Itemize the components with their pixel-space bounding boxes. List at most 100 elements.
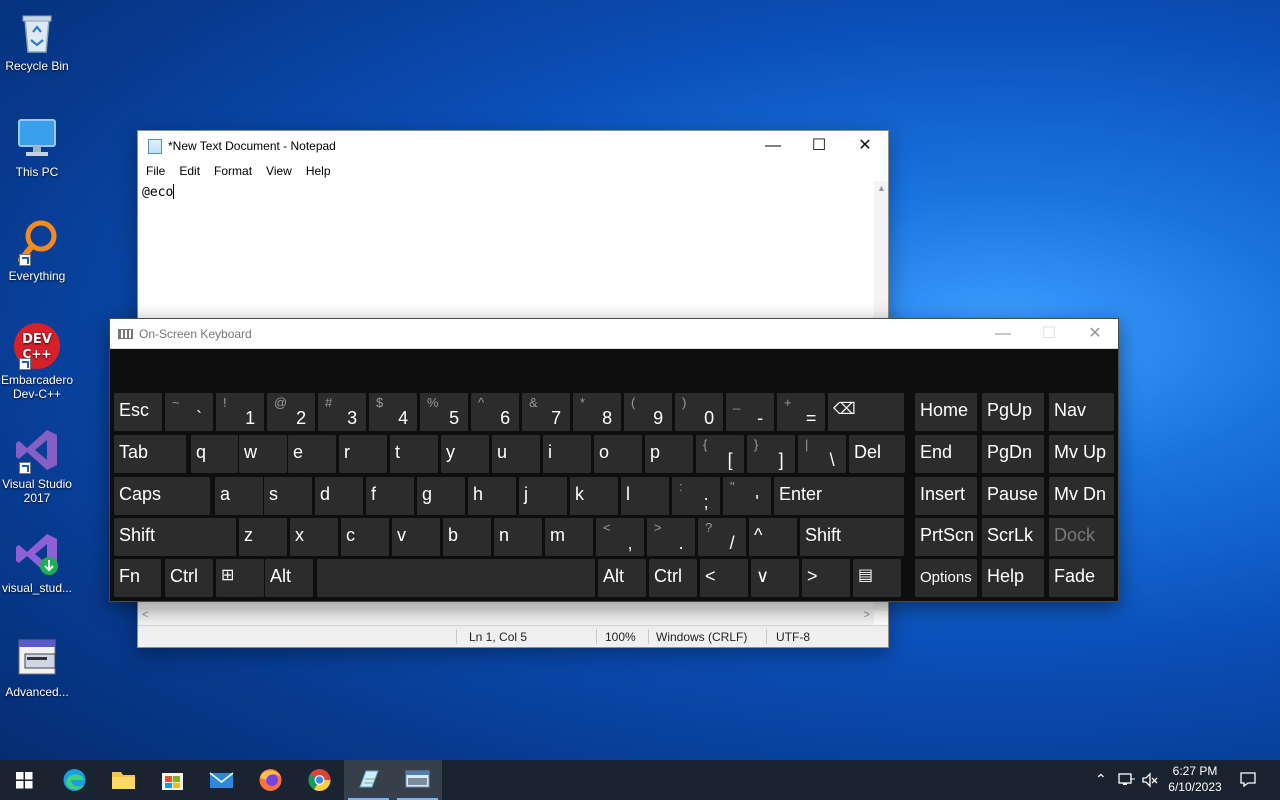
- key-symbol-4[interactable]: $4: [369, 393, 417, 431]
- key-symbol-.[interactable]: >.: [647, 518, 695, 556]
- desktop-icon-visual-studio-installer[interactable]: visual_stud...: [0, 526, 74, 595]
- key-symbol-9[interactable]: (9: [624, 393, 672, 431]
- key-s[interactable]: s: [264, 477, 312, 515]
- key-m[interactable]: m: [545, 518, 593, 556]
- key-j[interactable]: j: [519, 477, 567, 515]
- key-d[interactable]: d: [315, 477, 363, 515]
- maximize-button[interactable]: ☐: [796, 131, 842, 161]
- key-menu[interactable]: ▤: [853, 559, 901, 597]
- key-symbol-;[interactable]: :;: [672, 477, 720, 515]
- key-shift-right[interactable]: Shift: [800, 518, 904, 556]
- key-shift-left[interactable]: Shift: [114, 518, 236, 556]
- on-screen-keyboard-window[interactable]: On-Screen Keyboard — ☐ ✕ Esc ~ `! 1 @2 #3 $4% 5…: [109, 318, 1119, 602]
- key-windows[interactable]: ⊞: [216, 559, 264, 597]
- key-g[interactable]: g: [417, 477, 465, 515]
- key-help[interactable]: Help: [982, 559, 1044, 597]
- key-caps[interactable]: Caps: [114, 477, 210, 515]
- osk-maximize-button[interactable]: ☐: [1026, 319, 1072, 349]
- key-f[interactable]: f: [366, 477, 414, 515]
- key-symbol-2[interactable]: @2: [267, 393, 315, 431]
- key-symbol-backslash[interactable]: | \: [798, 435, 846, 473]
- scroll-right-icon[interactable]: >: [864, 609, 870, 621]
- taskbar-notepad[interactable]: [344, 760, 393, 800]
- key-ctrl-right[interactable]: Ctrl: [649, 559, 697, 597]
- key-fn[interactable]: Fn: [114, 559, 161, 597]
- key-y[interactable]: y: [441, 435, 489, 473]
- key-alt-left[interactable]: Alt: [265, 559, 313, 597]
- key-up-arrow[interactable]: ^: [749, 518, 797, 556]
- key-i[interactable]: i: [543, 435, 591, 473]
- key-o[interactable]: o: [594, 435, 642, 473]
- notifications-icon[interactable]: [1239, 770, 1257, 791]
- key-b[interactable]: b: [443, 518, 491, 556]
- menu-view[interactable]: View: [260, 161, 300, 181]
- key-prtscn[interactable]: PrtScn: [915, 518, 977, 556]
- taskbar-on-screen-keyboard[interactable]: [393, 760, 442, 800]
- osk-titlebar[interactable]: On-Screen Keyboard — ☐ ✕: [110, 319, 1118, 349]
- key-left-arrow[interactable]: <: [700, 559, 748, 597]
- scroll-left-icon[interactable]: <: [142, 609, 148, 621]
- osk-close-button[interactable]: ✕: [1072, 319, 1118, 349]
- key-q[interactable]: q: [191, 435, 238, 473]
- desktop-icon-advanced[interactable]: Advanced...: [0, 630, 74, 699]
- taskbar-firefox[interactable]: [246, 760, 295, 800]
- desktop-icon-devcpp[interactable]: DEV C++ Embarcadero Dev-C++: [0, 318, 74, 401]
- key-del[interactable]: Del: [849, 435, 905, 473]
- menu-edit[interactable]: Edit: [173, 161, 208, 181]
- key-insert[interactable]: Insert: [915, 477, 977, 515]
- show-hidden-icons-button[interactable]: ⌃: [1095, 771, 1107, 788]
- key-n[interactable]: n: [494, 518, 542, 556]
- menu-help[interactable]: Help: [300, 161, 339, 181]
- key-symbol-=[interactable]: + =: [777, 393, 825, 431]
- key-symbol-8[interactable]: * 8: [573, 393, 621, 431]
- key-symbol-5[interactable]: % 5: [420, 393, 468, 431]
- key-mv-up[interactable]: Mv Up: [1049, 435, 1114, 473]
- scroll-up-icon[interactable]: ▲: [877, 183, 886, 193]
- minimize-button[interactable]: —: [750, 131, 796, 161]
- key-enter[interactable]: Enter: [774, 477, 904, 515]
- key-ctrl-left[interactable]: Ctrl: [165, 559, 213, 597]
- key-scrlk[interactable]: ScrLk: [982, 518, 1044, 556]
- key-nav[interactable]: Nav: [1049, 393, 1114, 431]
- key-z[interactable]: z: [239, 518, 287, 556]
- key-symbol-/[interactable]: ? /: [698, 518, 746, 556]
- desktop-icon-recycle-bin[interactable]: Recycle Bin: [0, 4, 74, 73]
- key-alt-left[interactable]: Alt: [598, 559, 646, 597]
- key-a[interactable]: a: [215, 477, 263, 515]
- key-right-arrow[interactable]: >: [802, 559, 850, 597]
- horizontal-scrollbar[interactable]: < >: [138, 607, 874, 625]
- key-symbol-3[interactable]: #3: [318, 393, 366, 431]
- key-k[interactable]: k: [570, 477, 618, 515]
- taskbar-edge[interactable]: [50, 760, 99, 800]
- volume-muted-icon[interactable]: [1141, 771, 1159, 792]
- key-dock[interactable]: Dock: [1049, 518, 1114, 556]
- taskbar-mail[interactable]: [197, 760, 246, 800]
- notepad-titlebar[interactable]: *New Text Document - Notepad — ☐ ✕: [138, 131, 888, 161]
- key-symbol-7[interactable]: & 7: [522, 393, 570, 431]
- taskbar-file-explorer[interactable]: [99, 760, 148, 800]
- key-symbol-,[interactable]: <,: [596, 518, 644, 556]
- key-pgdn[interactable]: PgDn: [982, 435, 1044, 473]
- key-end[interactable]: End: [915, 435, 977, 473]
- key-pgup[interactable]: PgUp: [982, 393, 1044, 431]
- key-symbol-`[interactable]: ~ `: [165, 393, 213, 431]
- key-x[interactable]: x: [290, 518, 338, 556]
- key-symbol-'[interactable]: " ': [723, 477, 771, 515]
- osk-minimize-button[interactable]: —: [980, 319, 1026, 349]
- key-symbol-6[interactable]: ^ 6: [471, 393, 519, 431]
- key-mv-dn[interactable]: Mv Dn: [1049, 477, 1114, 515]
- key-tab[interactable]: Tab: [114, 435, 186, 473]
- close-button[interactable]: ✕: [842, 131, 888, 161]
- key-home[interactable]: Home: [915, 393, 977, 431]
- taskbar-store[interactable]: [148, 760, 197, 800]
- key-backspace[interactable]: ⌫: [828, 393, 904, 431]
- key-v[interactable]: v: [392, 518, 440, 556]
- key-options[interactable]: Options: [915, 559, 977, 597]
- key-u[interactable]: u: [492, 435, 540, 473]
- key-fade[interactable]: Fade: [1049, 559, 1114, 597]
- network-icon[interactable]: [1118, 771, 1136, 792]
- desktop-icon-this-pc[interactable]: This PC: [0, 110, 74, 179]
- key-h[interactable]: h: [468, 477, 516, 515]
- key-t[interactable]: t: [390, 435, 438, 473]
- taskbar-chrome[interactable]: [295, 760, 344, 800]
